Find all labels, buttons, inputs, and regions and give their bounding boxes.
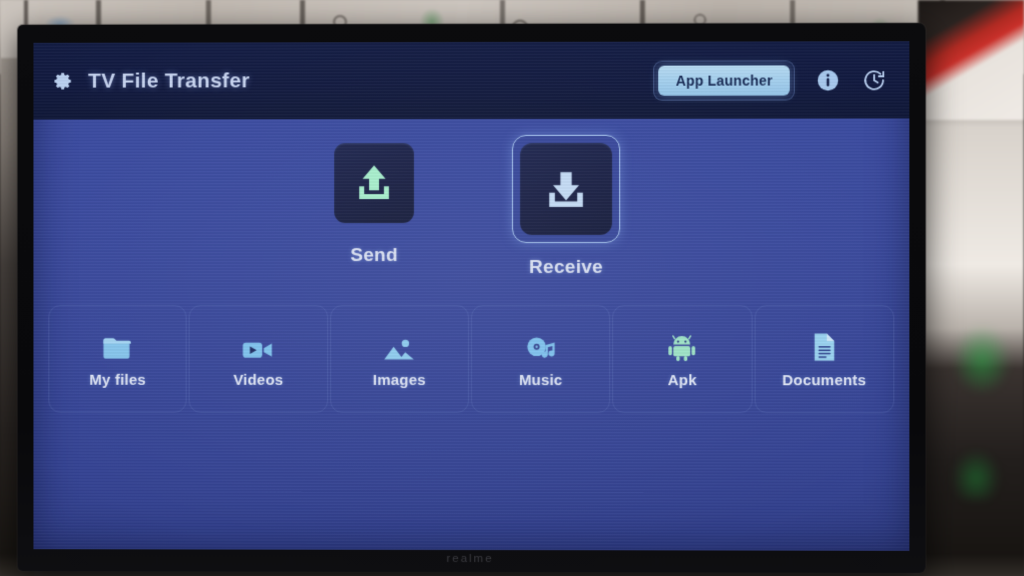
music-disc-icon (525, 330, 557, 362)
app-launcher-focus-ring: App Launcher (653, 59, 795, 101)
receive-label: Receive (529, 256, 604, 278)
category-videos[interactable]: Videos (188, 304, 328, 413)
app-main-body: Send Receive My files Videos Images Musi… (33, 118, 909, 550)
receive-tile-wrap (512, 134, 621, 243)
download-arrow-icon (540, 163, 592, 215)
transfer-actions-row: Send Receive (33, 134, 909, 279)
category-label: Documents (782, 371, 867, 389)
receive-tile[interactable] (520, 142, 613, 235)
category-label: Apk (667, 371, 697, 389)
app-launcher-button[interactable]: App Launcher (658, 64, 790, 96)
category-music[interactable]: Music (470, 305, 611, 414)
category-label: Music (518, 371, 563, 389)
right-shelf-clutter (918, 0, 1024, 576)
photo-mountain-icon (383, 329, 415, 361)
gear-icon[interactable] (51, 70, 74, 93)
category-apk[interactable]: Apk (612, 305, 753, 414)
send-tile[interactable] (334, 143, 415, 224)
category-my-files[interactable]: My files (48, 304, 187, 413)
send-action[interactable]: Send (311, 135, 437, 267)
app-header-bar: TV File Transfer App Launcher (33, 41, 910, 120)
category-label: Videos (233, 371, 284, 389)
tv-screen: TV File Transfer App Launcher Send Recei… (33, 41, 910, 551)
header-left-group: TV File Transfer (33, 68, 250, 93)
category-strip: My files Videos Images Music Apk Documen… (47, 304, 895, 414)
tv-brand-logo: realme (446, 552, 494, 566)
history-clock-icon[interactable] (861, 67, 887, 93)
upload-arrow-icon (351, 160, 397, 206)
send-tile-wrap (326, 135, 422, 231)
document-icon (812, 330, 837, 362)
android-robot-icon (668, 330, 697, 362)
category-documents[interactable]: Documents (754, 305, 895, 414)
video-camera-icon (242, 329, 275, 361)
header-right-group: App Launcher (653, 59, 910, 101)
category-label: My files (89, 371, 146, 389)
send-label: Send (350, 245, 398, 267)
category-images[interactable]: Images (329, 304, 469, 413)
television-set: TV File Transfer App Launcher Send Recei… (17, 23, 926, 573)
page-title: TV File Transfer (88, 68, 250, 93)
info-icon[interactable] (815, 67, 841, 93)
receive-action[interactable]: Receive (503, 134, 629, 279)
folder-icon (102, 329, 133, 361)
category-label: Images (372, 371, 426, 389)
